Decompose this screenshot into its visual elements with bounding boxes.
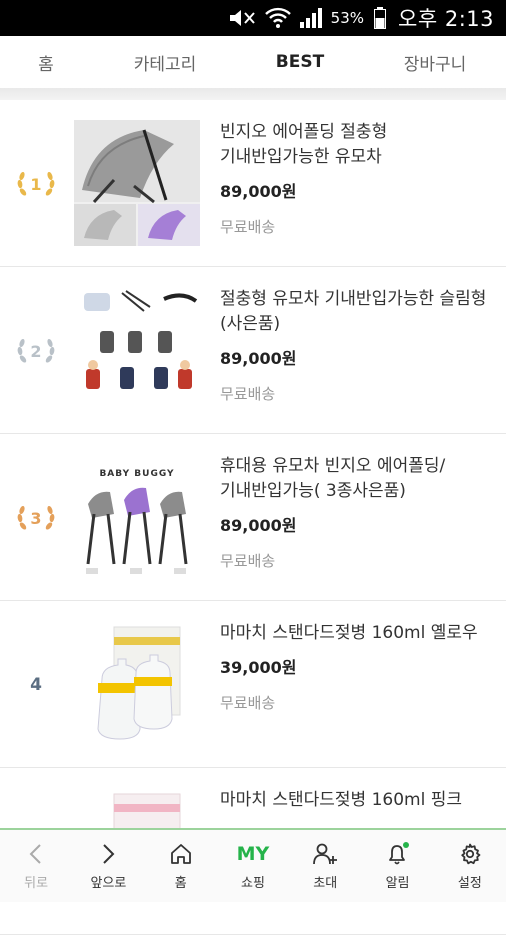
shipping-label: 무료배송 [220, 552, 276, 570]
rank-number: 2 [30, 341, 42, 361]
product-info: 절충형 유모차 기내반입가능한 슬림형(사은품) 89,000원 무료배송 [220, 287, 490, 404]
product-item[interactable]: 3 BABY BUGGY 휴대용 유모차 빈지오 에어폴딩/기내반입가능(3종… [0, 434, 506, 601]
battery-icon [374, 7, 387, 29]
nav-invite-button[interactable]: 초대 [289, 830, 361, 902]
rank-number: 3 [30, 508, 42, 528]
nav-my-shopping-button[interactable]: MY 쇼핑 [217, 830, 289, 902]
image-caption: BABY BUGGY [99, 469, 174, 479]
product-image [74, 120, 200, 246]
product-title: 빈지오 에어폴딩 절충형 기내반입가능한 유모차 [220, 122, 388, 167]
product-image [74, 621, 200, 747]
notification-dot [402, 841, 409, 848]
rank-number: 1 [30, 174, 42, 194]
shipping-label: 무료배송 [220, 218, 276, 236]
shipping-label: 무료배송 [220, 694, 276, 712]
tab-category[interactable]: 카테고리 [110, 50, 220, 75]
my-text-icon: MY [236, 842, 270, 865]
product-info: 마마치 스탠다드젖병 160ml 옐로우 39,000원 무료배송 [220, 621, 490, 713]
product-price: 89,000원 [220, 349, 297, 368]
nav-label: 쇼핑 [241, 875, 265, 891]
nav-forward-button[interactable]: 앞으로 [72, 830, 144, 902]
product-price: 89,000원 [220, 516, 297, 535]
nav-label: 뒤로 [24, 875, 49, 891]
top-tabs: 홈 카테고리 BEST 장바구니 [0, 36, 506, 88]
product-info: 빈지오 에어폴딩 절충형 기내반입가능한 유모차 89,000원 무료배송 [220, 120, 490, 237]
product-info: 휴대용 유모차 빈지오 에어폴딩/기내반입가능( 3종사은품) 89,000원 … [220, 454, 490, 571]
status-bar: 53% 오후 2:13 [0, 0, 506, 36]
tab-cart[interactable]: 장바구니 [380, 50, 490, 75]
nav-home-button[interactable]: 홈 [145, 830, 217, 902]
product-title: 휴대용 유모차 빈지오 에어폴딩/기내반입가능( 3종사은품) [220, 456, 446, 501]
nav-label: 초대 [313, 875, 338, 891]
nav-notification-button[interactable]: 알림 [361, 830, 433, 902]
nav-label: 알림 [385, 875, 410, 891]
chevron-right-icon [103, 843, 115, 864]
battery-percentage: 53% [330, 9, 365, 27]
gear-icon [461, 843, 481, 864]
tab-home[interactable]: 홈 [24, 50, 68, 75]
clock: 오후 2:13 [398, 7, 494, 31]
product-image [74, 287, 200, 413]
best-product-list: 1 빈지오 에어폴딩 절충형 기내반입가능한 유모차 89,000원 무료배송 [0, 100, 506, 935]
home-icon [170, 843, 191, 864]
tabs-divider [0, 88, 506, 100]
rank-number: 4 [30, 675, 42, 695]
product-title: 마마치 스탠다드젖병 160ml 핑크 [220, 790, 462, 810]
tab-best[interactable]: BEST [262, 52, 338, 72]
product-item[interactable]: 1 빈지오 에어폴딩 절충형 기내반입가능한 유모차 89,000원 무료배송 [0, 100, 506, 267]
product-image: BABY BUGGY [74, 454, 200, 580]
product-price: 39,000원 [220, 658, 297, 677]
product-item[interactable]: 2 절충형 유모차 기내반입가능한 슬림형(사은품) 89,000원 무료배송 [0, 267, 506, 434]
product-price: 89,000원 [220, 182, 297, 201]
product-title: 마마치 스탠다드젖병 160ml 옐로우 [220, 623, 478, 643]
mute-icon [229, 10, 255, 26]
bottom-navigation: 뒤로 앞으로 홈 MY 쇼핑 초대 알림 설정 [0, 828, 506, 902]
wifi-icon [264, 7, 291, 28]
rank-badge-gold: 1 [14, 162, 58, 206]
product-item[interactable]: 4 마마치 스탠다드젖병 160ml 옐로우 39,000원 무료배송 [0, 601, 506, 768]
nav-label: 앞으로 [90, 875, 127, 891]
rank-badge-silver: 2 [14, 329, 58, 373]
add-user-icon [313, 843, 338, 864]
product-title: 절충형 유모차 기내반입가능한 슬림형(사은품) [220, 289, 487, 334]
nav-settings-button[interactable]: 설정 [434, 830, 506, 902]
shipping-label: 무료배송 [220, 385, 276, 403]
chevron-left-icon [29, 843, 41, 864]
nav-back-button[interactable]: 뒤로 [0, 830, 72, 902]
bell-icon [388, 841, 409, 864]
product-info: 마마치 스탠다드젖병 160ml 핑크 [220, 788, 490, 813]
signal-icon [299, 8, 322, 28]
nav-label: 홈 [174, 875, 187, 891]
rank-badge: 4 [14, 663, 58, 707]
nav-label: 설정 [457, 875, 482, 891]
rank-badge-bronze: 3 [14, 496, 58, 540]
